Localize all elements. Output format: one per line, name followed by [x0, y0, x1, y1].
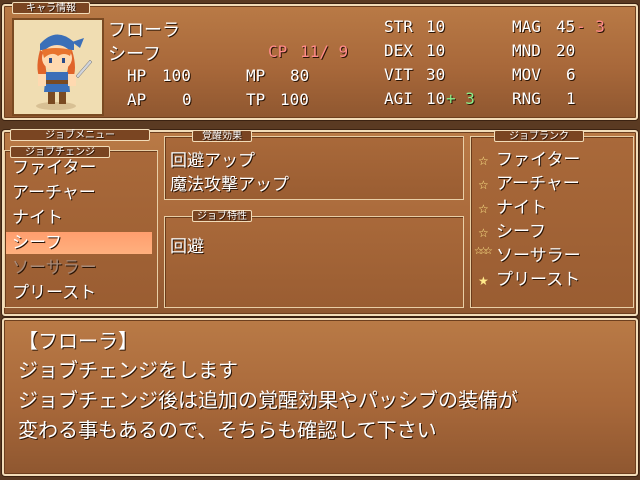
hp-value: 100: [162, 66, 191, 85]
str-label: STR: [384, 17, 413, 36]
rank-star-icon: ☆: [478, 178, 489, 192]
mp-label: MP: [246, 66, 266, 85]
mp-value: 80: [290, 66, 310, 85]
rank-item-thief: シーフ: [496, 222, 546, 242]
rank-item-priest: プリースト: [496, 270, 581, 290]
job-item-priest[interactable]: プリースト: [12, 281, 96, 305]
character-name: フローラ: [108, 20, 180, 41]
dex-value: 10: [426, 41, 446, 60]
mag-label: MAG: [512, 17, 541, 36]
tab-job-rank: ジョブランク: [494, 130, 584, 142]
job-item-knight[interactable]: ナイト: [12, 206, 63, 230]
message-line-3: 変わる事もあるので、そちらも確認して下さい: [18, 418, 437, 442]
dex-label: DEX: [384, 41, 413, 60]
str-value: 10: [426, 17, 446, 36]
vit-value: 30: [426, 65, 446, 84]
vit-label: VIT: [384, 65, 413, 84]
status-window: [2, 4, 638, 120]
message-line-2: ジョブチェンジ後は追加の覚醒効果やパッシブの装備が: [18, 388, 518, 412]
rank-star-icon: ☆: [478, 202, 489, 216]
tab-character-info: キャラ情報: [12, 2, 90, 14]
message-speaker: 【フローラ】: [18, 329, 138, 353]
character-job: シーフ: [108, 44, 161, 65]
cp-label: CP: [268, 42, 288, 61]
job-trait-evasion: 回避: [170, 237, 204, 257]
job-item-thief[interactable]: シーフ: [12, 231, 62, 255]
mnd-value: 20: [556, 41, 576, 60]
message-line-1: ジョブチェンジをします: [18, 358, 238, 382]
rng-value: 1: [566, 89, 576, 108]
mag-value: 45: [556, 17, 576, 36]
mag-bonus: - 3: [576, 17, 605, 36]
agi-bonus: + 3: [446, 89, 475, 108]
mov-label: MOV: [512, 65, 541, 84]
cp-value: 11/ 9: [300, 42, 349, 61]
ap-label: AP: [127, 90, 147, 109]
rank-item-fighter: ファイター: [496, 150, 581, 170]
tab-job-menu: ジョブメニュー: [10, 129, 150, 141]
mov-value: 6: [566, 65, 576, 84]
awakening-item-evasion: 回避アップ: [170, 151, 255, 171]
job-item-sorcerer[interactable]: ソーサラー: [12, 256, 97, 280]
tp-value: 100: [280, 90, 309, 109]
awakening-item-magic-attack: 魔法攻撃アップ: [170, 175, 289, 195]
rank-star-triple-icon: ☆☆☆: [474, 246, 493, 257]
ap-value: 0: [182, 90, 192, 109]
agi-value: 10: [426, 89, 446, 108]
tab-job-traits: ジョブ特性: [192, 210, 252, 222]
character-portrait: [12, 18, 104, 116]
thief-girl-sprite-icon: [36, 34, 93, 110]
tp-label: TP: [246, 90, 266, 109]
hp-label: HP: [127, 66, 147, 85]
job-item-fighter[interactable]: ファイター: [12, 156, 96, 180]
agi-label: AGI: [384, 89, 413, 108]
rank-star-filled-icon: ★: [478, 274, 489, 288]
rank-item-knight: ナイト: [496, 198, 547, 218]
job-traits-panel: [164, 216, 464, 308]
rank-star-icon: ☆: [478, 154, 489, 168]
rng-label: RNG: [512, 89, 541, 108]
rank-item-archer: アーチャー: [496, 174, 580, 194]
rank-star-icon: ☆: [478, 226, 489, 240]
mnd-label: MND: [512, 41, 541, 60]
rank-item-sorcerer: ソーサラー: [496, 246, 581, 266]
tab-awakening: 覚醒効果: [192, 130, 252, 142]
job-item-archer[interactable]: アーチャー: [12, 181, 96, 205]
